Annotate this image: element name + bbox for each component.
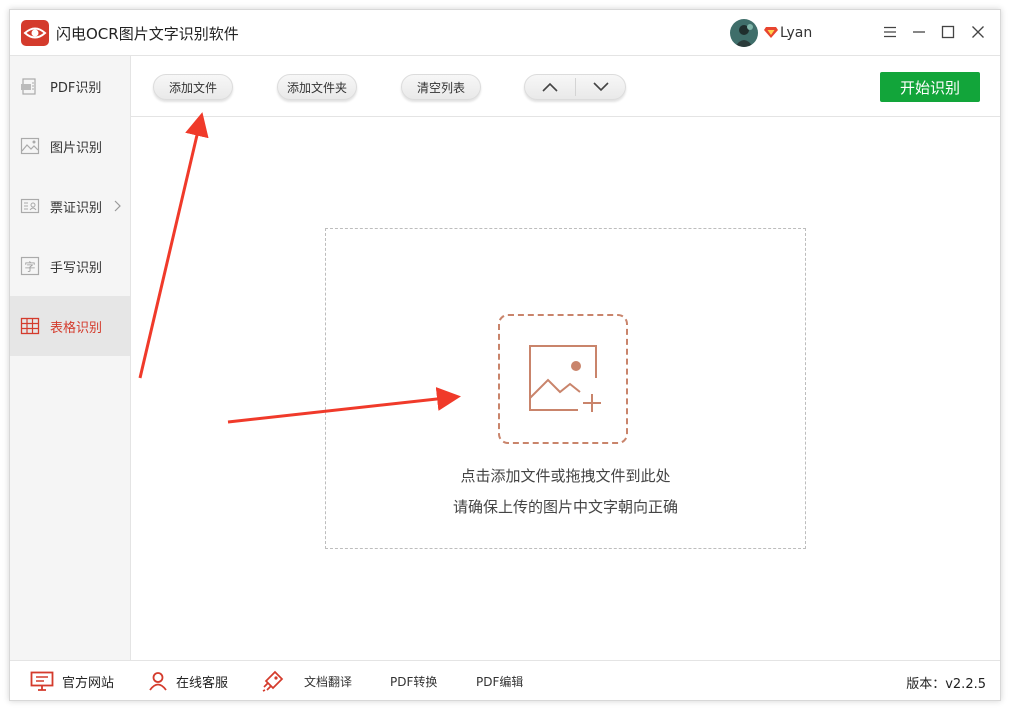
pdf-convert-link[interactable]: PDF转换 (390, 661, 437, 701)
app-logo-icon (21, 20, 49, 46)
menu-icon[interactable] (880, 22, 900, 42)
online-support-label: 在线客服 (176, 675, 229, 691)
sidebar-item-label: 图片识别 (50, 141, 103, 156)
id-card-icon (20, 198, 40, 214)
monitor-icon (30, 671, 54, 691)
sidebar-item-label: 手写识别 (50, 261, 103, 276)
chevron-down-icon (593, 82, 609, 92)
image-icon (20, 137, 40, 155)
official-website-label: 官方网站 (62, 675, 115, 691)
sidebar-item-label: 表格识别 (50, 321, 103, 336)
username[interactable]: Lyan (780, 25, 812, 41)
sidebar: PDF识别 图片识别 票证识别 字 手写识别 表格识别 (10, 56, 131, 660)
avatar[interactable] (730, 19, 758, 47)
add-image-box[interactable] (498, 314, 628, 444)
rocket-icon (262, 670, 284, 692)
close-icon[interactable] (968, 22, 988, 42)
avatar-image (730, 19, 758, 47)
footer: 官方网站 在线客服 文档翻译 PDF转换 PDF编辑 版本：v2.2.5 (10, 660, 1000, 700)
chevron-up-icon (542, 82, 558, 92)
drop-hint: 点击添加文件或拖拽文件到此处 (460, 467, 671, 485)
title-bar: 闪电OCR图片文字识别软件 Lyan (10, 10, 1000, 56)
add-folder-button[interactable]: 添加文件夹 (277, 74, 357, 100)
start-recognition-button[interactable]: 开始识别 (880, 72, 980, 102)
app-title: 闪电OCR图片文字识别软件 (56, 25, 239, 43)
move-down-button[interactable] (576, 75, 626, 99)
pdf-edit-link[interactable]: PDF编辑 (476, 661, 523, 701)
minimize-icon[interactable] (909, 22, 929, 42)
app-window: 闪电OCR图片文字识别软件 Lyan PDF识别 图片识别 票证识别 字 手写识… (9, 9, 1001, 701)
toolbar: 添加文件 添加文件夹 清空列表 开始识别 (131, 56, 1000, 117)
table-icon (20, 317, 40, 335)
sidebar-item-pdf[interactable]: PDF识别 (10, 56, 130, 116)
sidebar-item-handwriting[interactable]: 字 手写识别 (10, 236, 130, 296)
official-website-link[interactable]: 官方网站 (30, 661, 114, 701)
chevron-right-icon (114, 200, 121, 212)
vip-diamond-icon (764, 27, 778, 38)
image-add-icon (529, 345, 601, 412)
drop-zone[interactable]: 点击添加文件或拖拽文件到此处 请确保上传的图片中文字朝向正确 (325, 228, 806, 549)
translate-link[interactable]: 文档翻译 (262, 661, 352, 701)
maximize-icon[interactable] (938, 22, 958, 42)
translate-label: 文档翻译 (304, 674, 353, 689)
move-up-button[interactable] (525, 75, 575, 99)
online-support-link[interactable]: 在线客服 (148, 661, 228, 701)
drop-note: 请确保上传的图片中文字朝向正确 (452, 498, 678, 516)
sidebar-item-id-card[interactable]: 票证识别 (10, 176, 130, 236)
sidebar-item-image[interactable]: 图片识别 (10, 116, 130, 176)
sidebar-item-label: 票证识别 (50, 201, 103, 216)
add-file-button[interactable]: 添加文件 (153, 74, 233, 100)
clear-list-button[interactable]: 清空列表 (401, 74, 481, 100)
svg-text:字: 字 (25, 260, 36, 274)
version-label: 版本：v2.2.5 (906, 677, 986, 692)
sidebar-item-label: PDF识别 (50, 81, 102, 96)
pdf-icon (21, 78, 36, 95)
move-buttons (524, 74, 626, 100)
handwriting-icon: 字 (20, 256, 40, 276)
sidebar-item-table[interactable]: 表格识别 (10, 296, 130, 356)
user-icon (148, 671, 168, 691)
